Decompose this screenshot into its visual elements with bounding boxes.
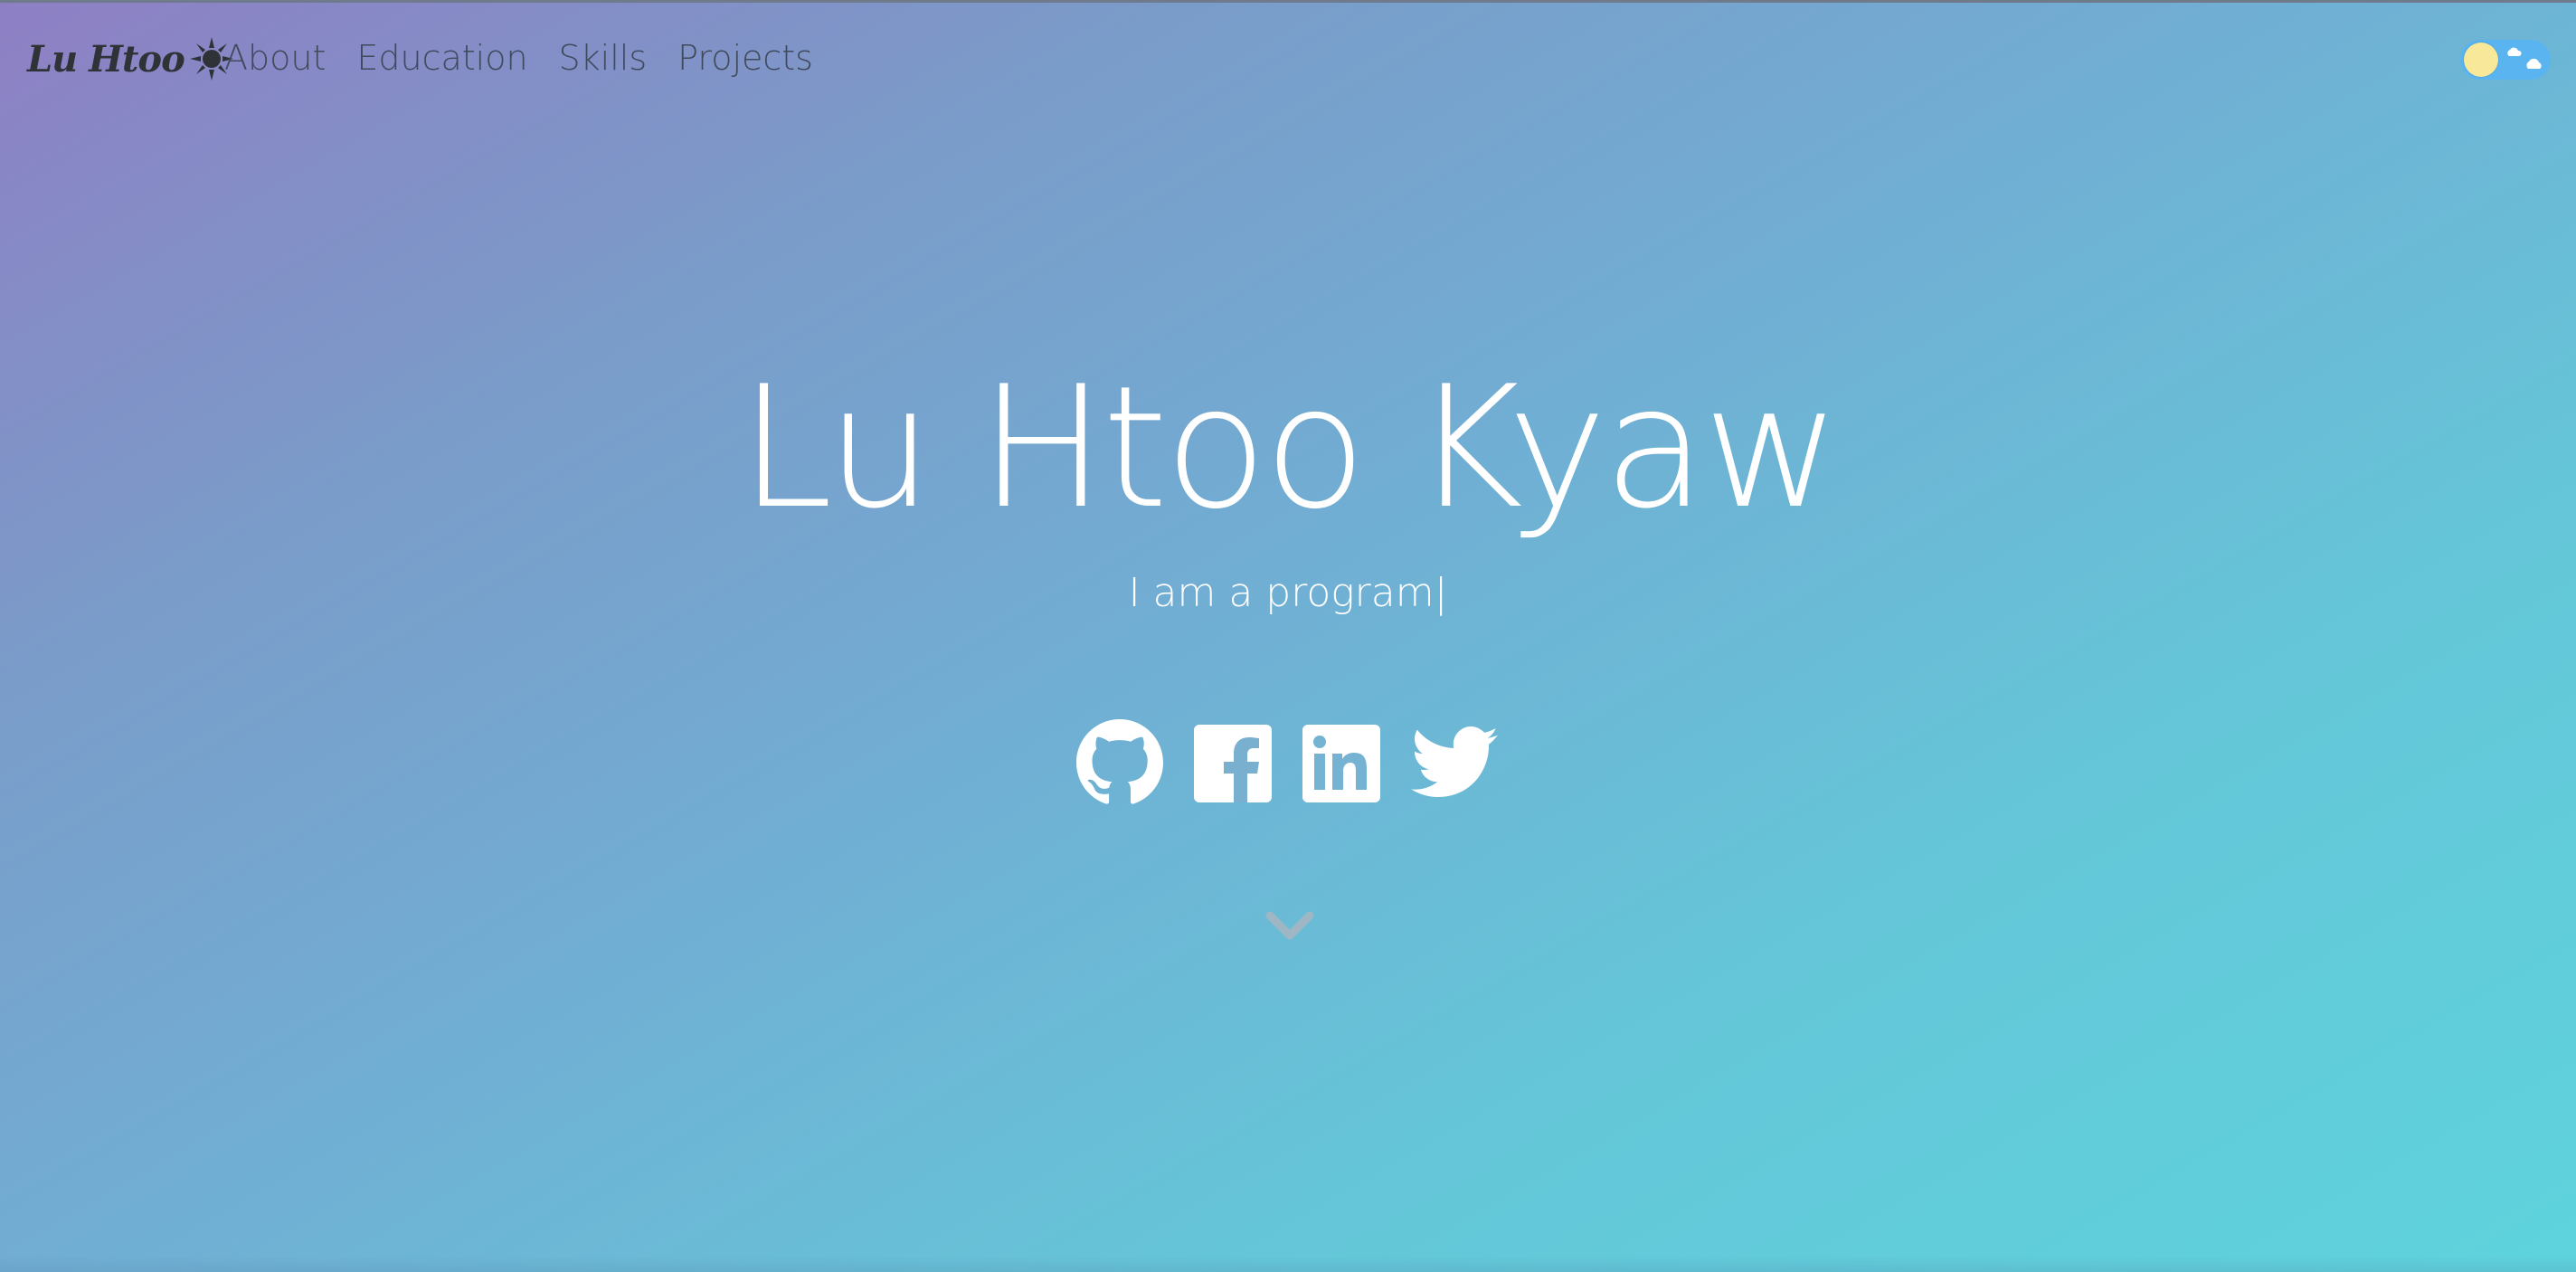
facebook-link[interactable]	[1194, 725, 1272, 802]
cloud-icon	[2526, 58, 2542, 69]
navbar: Lu Htoo About Education Skills Projects	[0, 0, 2576, 118]
linkedin-link[interactable]	[1302, 725, 1380, 802]
section-edge	[0, 1256, 2576, 1272]
github-icon	[1076, 719, 1163, 804]
twitter-icon	[1411, 726, 1498, 797]
github-link[interactable]	[1076, 719, 1163, 806]
sun-icon	[2464, 43, 2498, 77]
chevron-down-icon	[1265, 911, 1314, 940]
nav-link-projects[interactable]: Projects	[677, 33, 813, 83]
nav-link-about[interactable]: About	[224, 33, 326, 83]
scroll-down-button[interactable]	[1263, 905, 1317, 950]
hero-tagline: I am a program|	[1128, 570, 1448, 616]
cloud-icon	[2507, 47, 2522, 56]
brand-logo[interactable]: Lu Htoo	[27, 31, 235, 87]
nav-links: About Education Skills Projects	[224, 33, 844, 83]
twitter-link[interactable]	[1411, 726, 1498, 804]
social-links	[0, 719, 2576, 810]
theme-toggle[interactable]	[2460, 40, 2551, 80]
brand-label: Lu Htoo	[27, 37, 185, 81]
linkedin-icon	[1302, 725, 1380, 802]
nav-link-education[interactable]: Education	[356, 33, 527, 83]
nav-link-skills[interactable]: Skills	[559, 33, 648, 83]
hero-title: Lu Htoo Kyaw	[739, 349, 1841, 546]
facebook-icon	[1194, 725, 1272, 802]
